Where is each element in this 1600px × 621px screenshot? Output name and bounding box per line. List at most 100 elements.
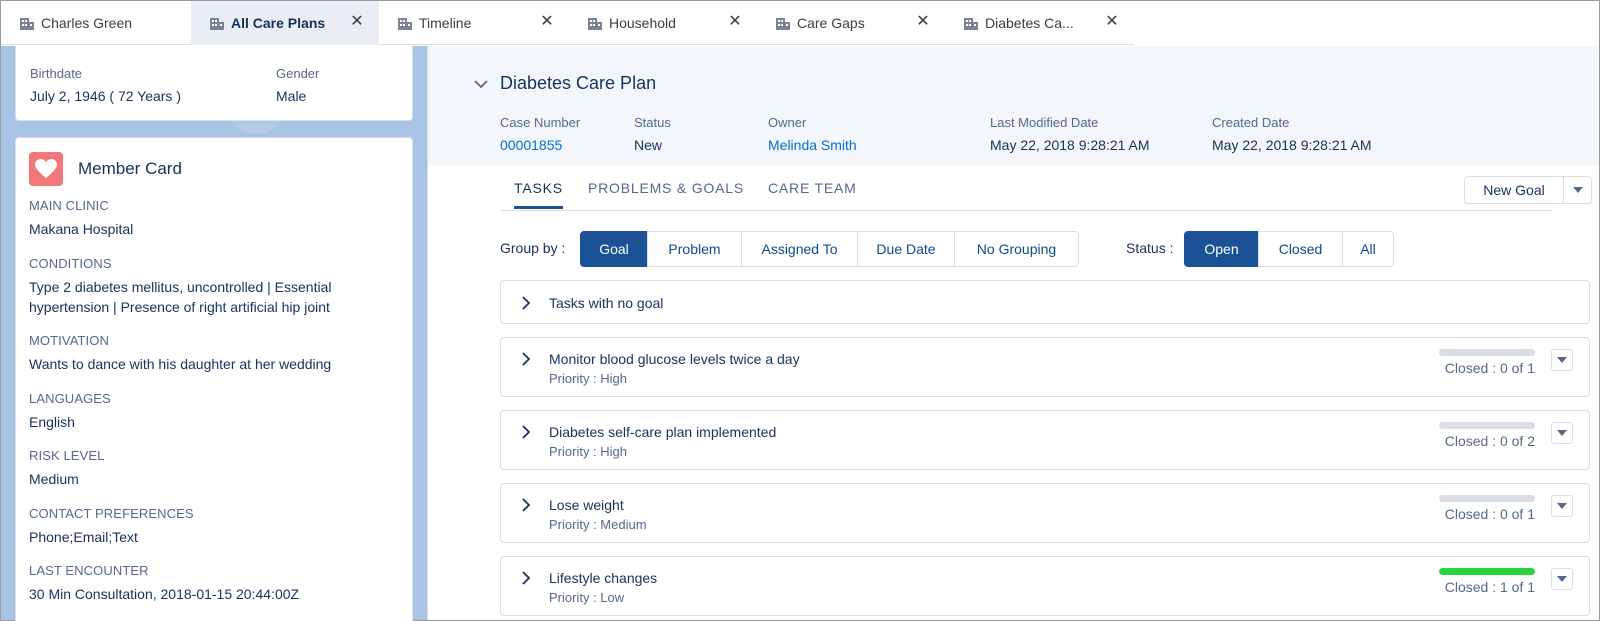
group-by-label: Group by : [500, 240, 566, 256]
tab-label: Timeline [419, 15, 472, 31]
goal-title: Monitor blood glucose levels twice a day [549, 351, 800, 367]
group-by-assigned-to-button[interactable]: Assigned To [741, 231, 858, 267]
care-plan-subtabs: TASKS PROBLEMS & GOALS CARE TEAM [500, 176, 1553, 211]
building-icon [20, 18, 34, 30]
meta-label: Created Date [1212, 115, 1290, 130]
gender-value: Male [276, 88, 307, 104]
goal-title: Lifestyle changes [549, 570, 658, 586]
birthdate-value: July 2, 1946 ( 72 Years ) [30, 88, 181, 104]
row-actions-button[interactable] [1551, 422, 1573, 444]
meta-value: May 22, 2018 9:28:21 AM [1212, 137, 1372, 153]
tab-all-care-plans[interactable]: All Care Plans ✕ [191, 1, 379, 45]
tab-label: Care Gaps [797, 15, 865, 31]
progress-bar [1439, 349, 1535, 356]
status-open-button[interactable]: Open [1184, 231, 1259, 267]
last-modified-field: Last Modified Date May 22, 2018 9:28:21 … [990, 115, 1150, 153]
progress-fill [1439, 568, 1535, 575]
risk-level-field: RISK LEVEL Medium [29, 448, 409, 489]
new-goal-menu-button[interactable] [1564, 176, 1592, 204]
status-field: Status New [634, 115, 671, 153]
closed-count: Closed : 0 of 1 [1444, 506, 1535, 522]
building-icon [776, 18, 790, 30]
patient-details-card: Birthdate July 2, 1946 ( 72 Years ) Gend… [15, 46, 413, 121]
field-value: Type 2 diabetes mellitus, uncontrolled |… [29, 279, 332, 315]
tab-label: Household [609, 15, 676, 31]
goal-title: Lose weight [549, 497, 624, 513]
building-icon [398, 18, 412, 30]
status-closed-button[interactable]: Closed [1258, 231, 1343, 267]
row-actions-button[interactable] [1551, 349, 1573, 371]
caret-down-icon [1557, 503, 1567, 509]
goal-row[interactable]: Monitor blood glucose levels twice a day… [500, 337, 1590, 397]
field-label: MOTIVATION [29, 333, 109, 348]
tab-care-gaps[interactable]: Care Gaps ✕ [757, 1, 945, 45]
group-by-due-date-button[interactable]: Due Date [857, 231, 955, 267]
goal-title: Diabetes self-care plan implemented [549, 424, 777, 440]
close-icon[interactable]: ✕ [1104, 14, 1120, 30]
tab-label: All Care Plans [231, 15, 326, 31]
tab-charles-green[interactable]: Charles Green [1, 1, 191, 45]
progress-bar [1439, 495, 1535, 502]
chevron-right-icon[interactable] [521, 571, 531, 585]
motivation-field: MOTIVATION Wants to dance with his daugh… [29, 333, 409, 374]
close-icon[interactable]: ✕ [727, 14, 743, 30]
progress-bar [1439, 422, 1535, 429]
meta-label: Last Modified Date [990, 115, 1099, 130]
meta-label: Owner [768, 115, 807, 130]
case-number-link[interactable]: 00001855 [500, 137, 580, 153]
member-card-title: Member Card [78, 159, 182, 178]
group-by-selector: Goal Problem Assigned To Due Date No Gro… [580, 231, 1079, 267]
building-icon [210, 18, 224, 30]
workspace-tab-bar: Charles Green All Care Plans ✕ Timeline … [1, 1, 1134, 45]
goal-priority: Priority : Low [549, 590, 625, 605]
field-value: English [29, 414, 75, 430]
field-value: Medium [29, 471, 79, 487]
case-number-field: Case Number 00001855 [500, 115, 580, 153]
owner-link[interactable]: Melinda Smith [768, 137, 857, 153]
chevron-right-icon[interactable] [521, 425, 531, 439]
chevron-right-icon[interactable] [521, 498, 531, 512]
field-label: CONDITIONS [29, 256, 112, 271]
field-label: RISK LEVEL [29, 448, 105, 463]
chevron-down-icon[interactable] [473, 78, 489, 90]
tab-label: Diabetes Ca... [985, 15, 1074, 31]
tab-label: Charles Green [41, 15, 133, 31]
birthdate-label: Birthdate [30, 66, 83, 81]
group-by-no-grouping-button[interactable]: No Grouping [954, 231, 1079, 267]
field-label: CONTACT PREFERENCES [29, 506, 194, 521]
goal-row[interactable]: Diabetes self-care plan implemented Prio… [500, 410, 1590, 470]
close-icon[interactable]: ✕ [539, 14, 555, 30]
tab-diabetes-care-plan[interactable]: Diabetes Ca... ✕ [945, 1, 1134, 45]
close-icon[interactable]: ✕ [915, 14, 931, 30]
created-date-field: Created Date May 22, 2018 9:28:21 AM [1212, 115, 1372, 153]
field-value: 30 Min Consultation, 2018-01-15 20:44:00… [29, 586, 300, 602]
conditions-field: CONDITIONS Type 2 diabetes mellitus, unc… [29, 256, 409, 317]
no-goal-row[interactable]: Tasks with no goal [500, 280, 1590, 324]
tab-problems-goals[interactable]: PROBLEMS & GOALS [588, 180, 744, 206]
goal-row[interactable]: Lifestyle changes Priority : Low Closed … [500, 556, 1590, 616]
member-card: Member Card MAIN CLINIC Makana Hospital … [15, 137, 413, 621]
progress-bar [1439, 568, 1535, 575]
field-value: Phone;Email;Text [29, 529, 138, 545]
goal-row[interactable]: Lose weight Priority : Medium Closed : 0… [500, 483, 1590, 543]
group-by-problem-button[interactable]: Problem [647, 231, 742, 267]
building-icon [588, 18, 602, 30]
group-by-goal-button[interactable]: Goal [580, 231, 648, 267]
field-label: MAIN CLINIC [29, 198, 109, 213]
main-clinic-field: MAIN CLINIC Makana Hospital [29, 198, 409, 239]
new-goal-button[interactable]: New Goal [1464, 176, 1564, 204]
status-all-button[interactable]: All [1342, 231, 1394, 267]
tab-timeline[interactable]: Timeline ✕ [379, 1, 569, 45]
row-actions-button[interactable] [1551, 568, 1573, 590]
close-icon[interactable]: ✕ [349, 14, 365, 30]
tab-care-team[interactable]: CARE TEAM [768, 180, 857, 206]
gender-label: Gender [276, 66, 320, 81]
tab-household[interactable]: Household ✕ [569, 1, 757, 45]
row-actions-button[interactable] [1551, 495, 1573, 517]
building-icon [964, 18, 978, 30]
tab-tasks[interactable]: TASKS [514, 180, 563, 209]
caret-down-icon [1557, 576, 1567, 582]
chevron-right-icon[interactable] [521, 352, 531, 366]
chevron-right-icon[interactable] [521, 296, 531, 310]
field-label: LAST ENCOUNTER [29, 563, 149, 578]
